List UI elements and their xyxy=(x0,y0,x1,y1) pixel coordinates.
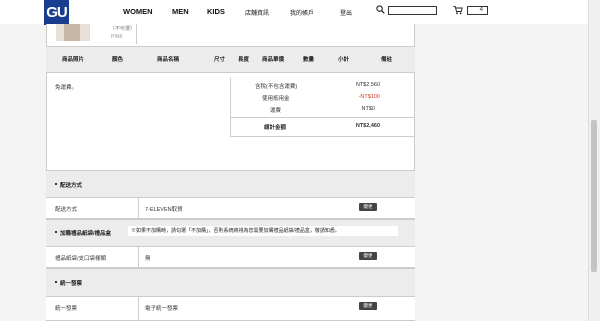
summary-total-label: 總計金額 xyxy=(264,125,287,131)
th-color: 顏色 xyxy=(112,57,124,63)
summary-value-taxed: NT$2,560 xyxy=(355,82,380,88)
delivery-label: 配送方式 xyxy=(55,207,78,213)
gift-change-button[interactable]: 變更 xyxy=(359,252,377,260)
th-quantity: 數量 xyxy=(303,57,315,63)
cart-icon[interactable] xyxy=(453,5,463,15)
bullet-icon xyxy=(55,231,57,233)
bullet-icon xyxy=(55,281,57,283)
invoice-value: 電子統一發票 xyxy=(145,306,179,312)
search-icon[interactable] xyxy=(376,5,385,14)
gift-notice: ※如果不加購時，請勾選「不加購」，否則系統將視為您需要加購禮品紙袋/禮品盒，敬請… xyxy=(128,226,398,236)
th-unit-price: 商品單價 xyxy=(262,57,285,63)
delivery-value: 7-ELEVEN取貨 xyxy=(145,207,183,213)
summary-label-shipping: 運費 xyxy=(270,108,282,114)
nav-women[interactable]: WOMEN xyxy=(123,7,153,16)
nav-logout[interactable]: 登出 xyxy=(340,8,352,17)
th-length: 長度 xyxy=(238,57,250,63)
th-photo: 商品照片 xyxy=(62,57,85,63)
cart-quantity[interactable]: 4 xyxy=(467,6,488,15)
search-input[interactable] xyxy=(388,6,437,15)
summary-value-shipping: NT$0 xyxy=(361,106,375,112)
invoice-change-button[interactable]: 變更 xyxy=(359,302,377,310)
product-thumbnail-image xyxy=(64,24,80,41)
gift-value: 無 xyxy=(145,256,151,262)
items-table-header xyxy=(46,46,415,73)
summary-total-value: NT$2,460 xyxy=(355,123,380,129)
shipping-note: 免運費。 xyxy=(55,85,78,91)
summary-label-coupon: 使用抵用金 xyxy=(262,96,290,102)
product-color-note: （不可選） xyxy=(110,26,136,32)
gift-label: 禮品紙袋/支口袋樣類 xyxy=(55,256,107,262)
th-remark: 備註 xyxy=(381,57,393,63)
delivery-change-button[interactable]: 變更 xyxy=(359,203,377,211)
gu-logo[interactable]: GU xyxy=(44,0,69,25)
page-scrollbar-thumb[interactable] xyxy=(591,120,597,272)
th-size: 尺寸 xyxy=(214,57,226,63)
th-name: 商品名稱 xyxy=(157,57,180,63)
summary-value-coupon: -NT$100 xyxy=(358,94,380,100)
invoice-section-header xyxy=(46,268,415,297)
delivery-section-header xyxy=(46,170,415,198)
invoice-label: 統一發票 xyxy=(55,306,78,312)
summary-bottom-divider xyxy=(230,136,415,137)
summary-divider xyxy=(230,117,415,118)
summary-label-taxed: 含稅(不包含運費) xyxy=(255,84,298,90)
nav-men[interactable]: MEN xyxy=(172,7,189,16)
site-header: GU WOMEN MEN KIDS 店舖資訊 我的帳戶 登出 4 xyxy=(0,0,600,25)
gift-section-title: 加購禮品紙袋/禮品盒 xyxy=(60,231,112,237)
column-divider xyxy=(136,24,137,44)
nav-my-account[interactable]: 我的帳戶 xyxy=(290,8,314,17)
delivery-section-title: 配送方式 xyxy=(60,183,83,189)
nav-kids[interactable]: KIDS xyxy=(207,7,225,16)
nav-store-info[interactable]: 店舖資訊 xyxy=(245,8,269,17)
bullet-icon xyxy=(55,183,57,185)
product-color-name: PINK xyxy=(111,34,123,40)
th-subtotal: 小計 xyxy=(338,57,350,63)
invoice-section-title: 統一發票 xyxy=(60,281,83,287)
